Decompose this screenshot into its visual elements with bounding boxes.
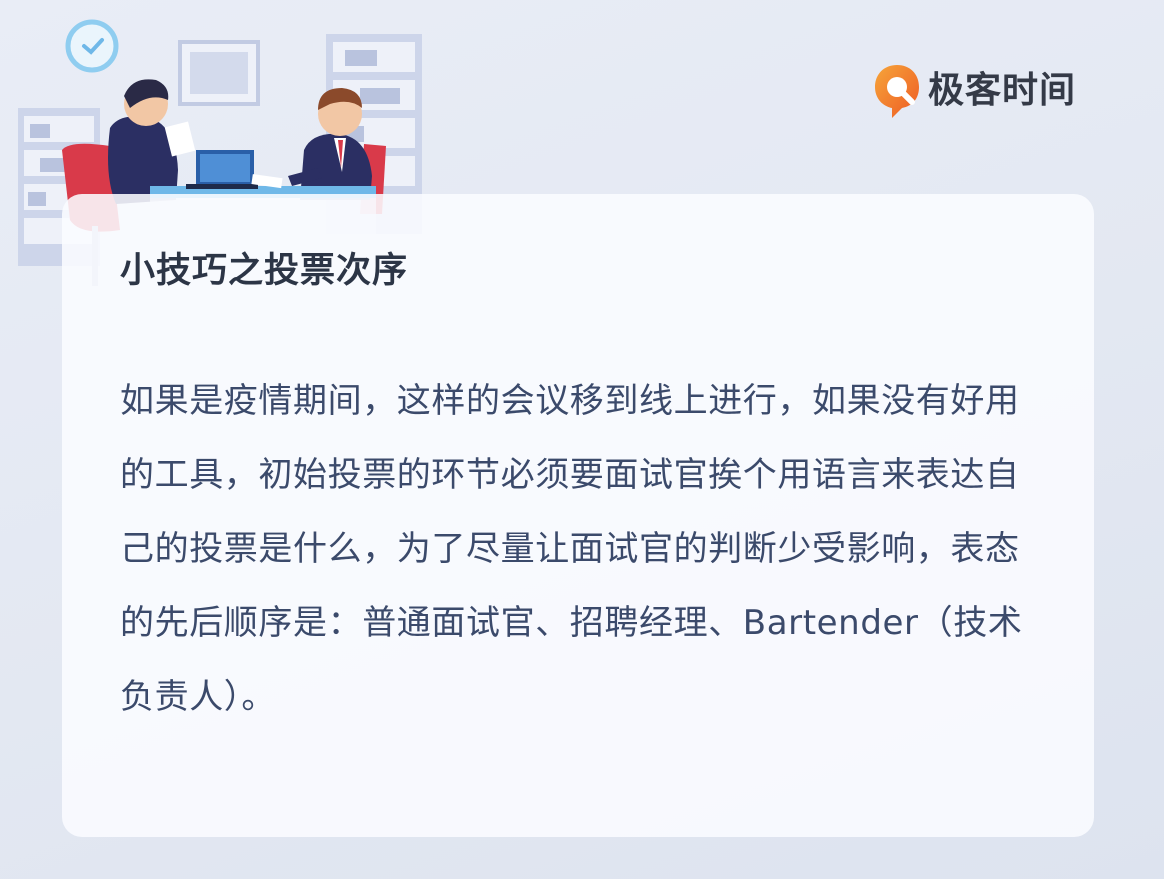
content-card: 小技巧之投票次序 如果是疫情期间，这样的会议移到线上进行，如果没有好用的工具，初…	[62, 194, 1094, 837]
geektime-logo-icon	[875, 65, 919, 118]
card-title: 小技巧之投票次序	[120, 251, 409, 291]
clock-icon	[65, 19, 119, 73]
brand: 极客时间	[872, 62, 1076, 120]
card-body-text: 如果是疫情期间，这样的会议移到线上进行，如果没有好用的工具，初始投票的环节必须要…	[120, 381, 1023, 717]
person-right-icon	[288, 88, 372, 200]
brand-name: 极客时间	[928, 70, 1077, 111]
wall-picture-icon	[178, 40, 260, 106]
